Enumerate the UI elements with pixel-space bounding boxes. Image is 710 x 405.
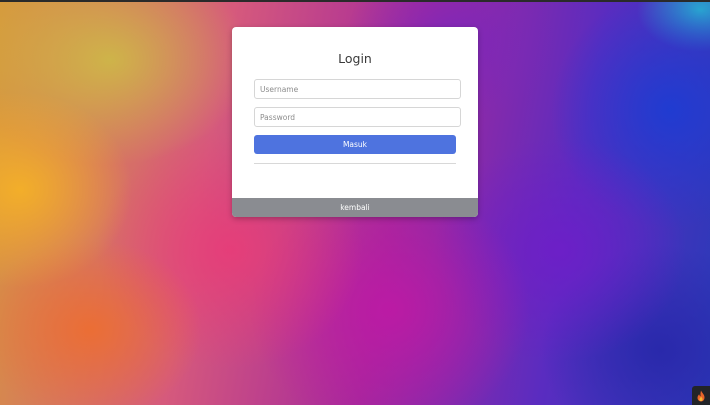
divider <box>254 163 456 164</box>
masuk-button[interactable]: Masuk <box>254 135 456 154</box>
login-title: Login <box>338 51 372 66</box>
flame-icon <box>697 390 705 402</box>
login-card: Login Masuk kembali <box>232 27 478 217</box>
top-border <box>0 0 710 2</box>
kembali-link[interactable]: kembali <box>232 198 478 217</box>
password-input[interactable] <box>254 107 461 127</box>
username-input[interactable] <box>254 79 461 99</box>
debug-toolbar-badge[interactable] <box>692 386 710 405</box>
